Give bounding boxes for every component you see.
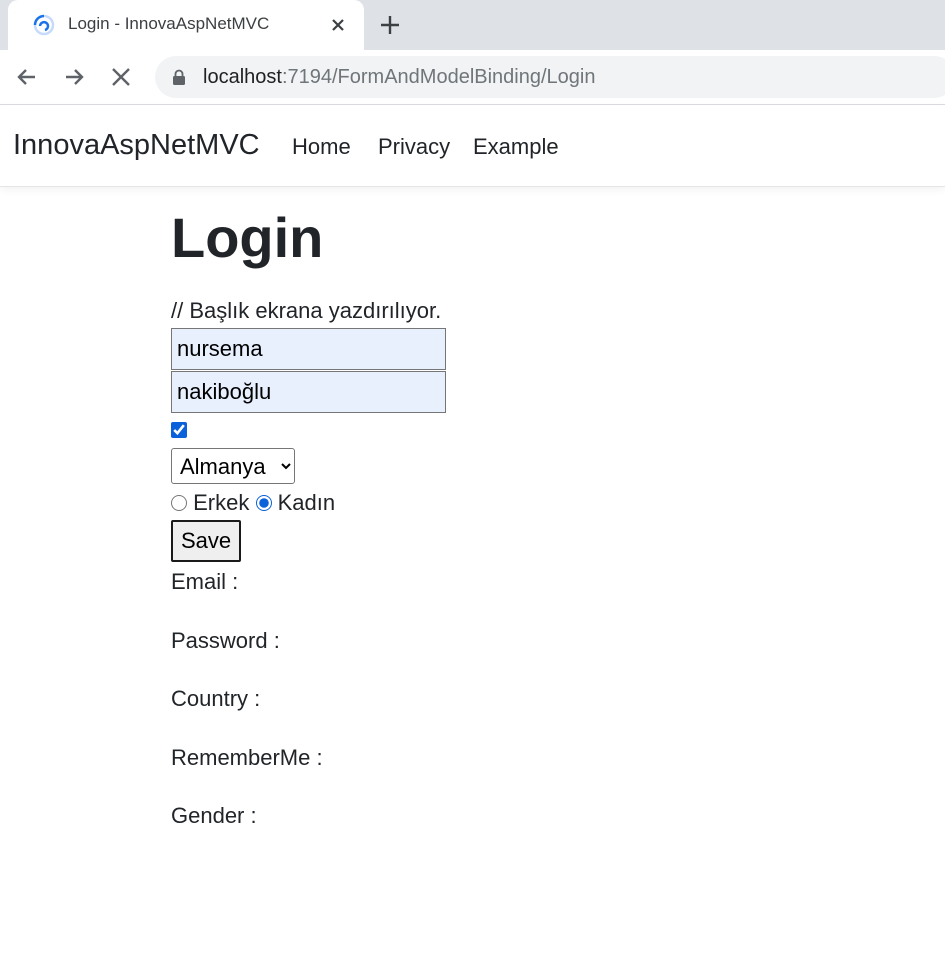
gender-label-kadin: Kadın <box>277 490 336 516</box>
loading-spinner-icon <box>33 14 55 36</box>
page-title: Login <box>171 206 324 269</box>
browser-toolbar: localhost:7194/FormAndModelBinding/Login <box>0 50 945 105</box>
result-country: Country : <box>171 686 261 711</box>
nav-link-privacy[interactable]: Privacy <box>378 134 450 160</box>
forward-arrow-icon[interactable] <box>60 63 88 91</box>
back-arrow-icon[interactable] <box>13 63 41 91</box>
gender-label-erkek: Erkek <box>193 490 250 516</box>
result-gender: Gender : <box>171 803 257 828</box>
nav-link-example[interactable]: Example <box>473 134 559 160</box>
result-password: Password : <box>171 628 280 653</box>
password-input[interactable] <box>171 371 446 413</box>
nav-link-home[interactable]: Home <box>292 134 351 160</box>
stop-loading-icon[interactable] <box>107 63 135 91</box>
gender-radio-erkek[interactable] <box>171 495 187 512</box>
browser-tab[interactable]: Login - InnovaAspNetMVC <box>8 0 364 50</box>
browser-tabstrip: Login - InnovaAspNetMVC <box>0 0 945 50</box>
gender-radio-kadin[interactable] <box>255 495 272 512</box>
close-icon[interactable] <box>326 13 350 37</box>
address-bar[interactable]: localhost:7194/FormAndModelBinding/Login <box>155 56 945 98</box>
tab-title: Login - InnovaAspNetMVC <box>68 14 270 33</box>
site-navbar: InnovaAspNetMVC Home Privacy Example <box>0 105 945 187</box>
new-tab-icon[interactable] <box>377 12 403 38</box>
lock-icon[interactable] <box>171 69 187 85</box>
email-input[interactable] <box>171 328 446 370</box>
url-text[interactable]: localhost:7194/FormAndModelBinding/Login <box>203 66 595 89</box>
country-select[interactable]: Almanya <box>171 448 295 484</box>
comment-text: // Başlık ekrana yazdırılıyor. <box>171 298 442 323</box>
save-button[interactable]: Save <box>171 520 242 562</box>
remember-me-checkbox[interactable] <box>171 422 187 438</box>
gender-radio-group: Erkek Kadın <box>171 489 335 517</box>
result-email: Email : <box>171 569 239 594</box>
navbar-brand[interactable]: InnovaAspNetMVC <box>13 129 260 162</box>
result-remember-me: RememberMe : <box>171 745 323 770</box>
